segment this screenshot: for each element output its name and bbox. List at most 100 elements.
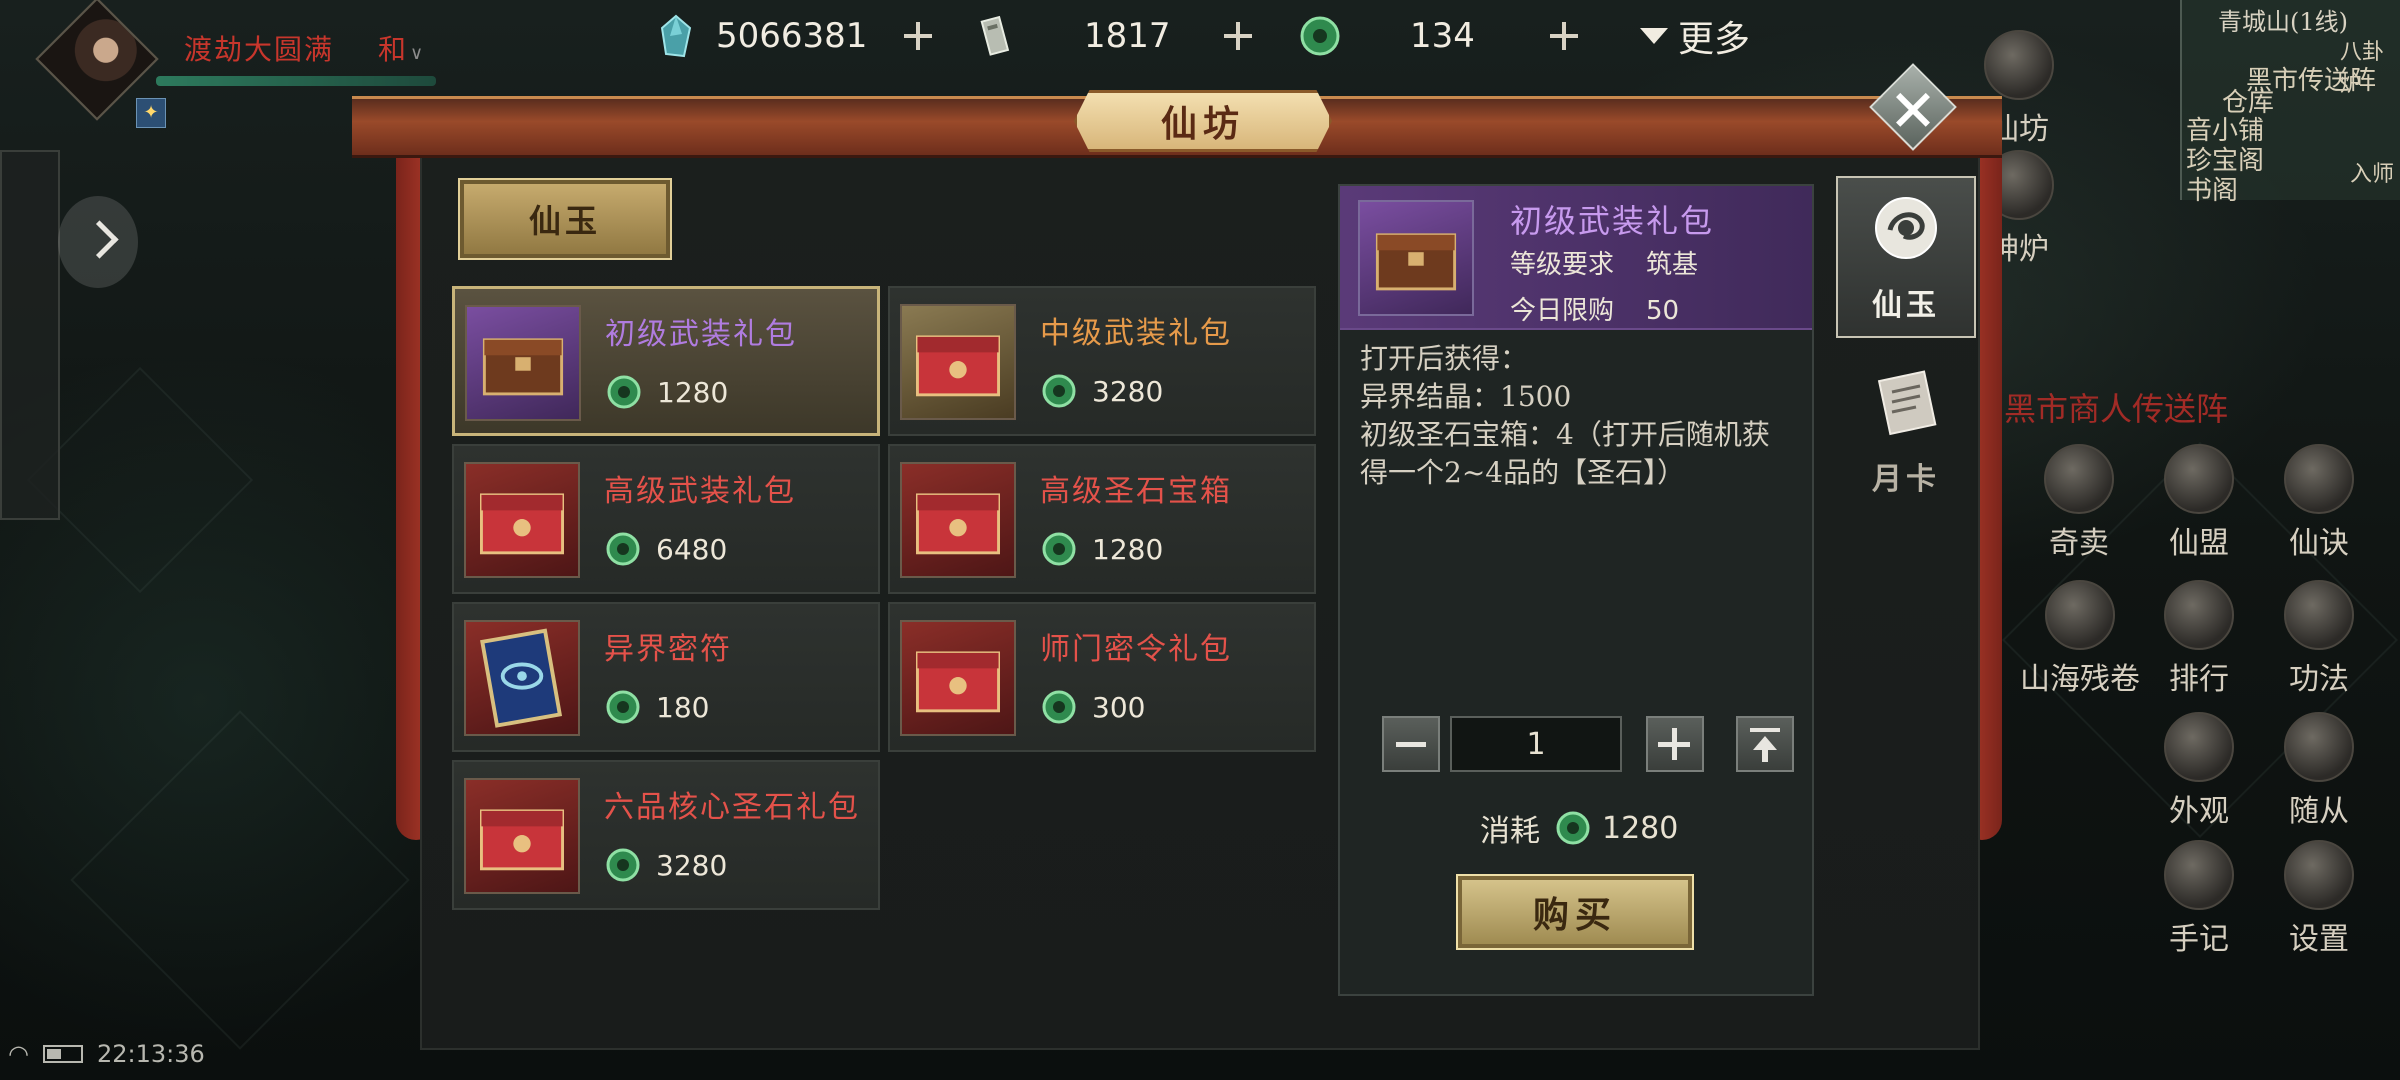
item-name: 异界密符 — [604, 632, 732, 667]
map-label: 入师 — [2350, 162, 2395, 187]
add-token-button[interactable] — [1220, 18, 1256, 54]
item-price-value: 3280 — [1092, 374, 1164, 408]
jade-icon — [607, 375, 641, 409]
red-gift-box-icon — [464, 462, 580, 578]
battery-icon — [42, 1045, 83, 1063]
menu-label: 山海残卷 — [2020, 662, 2140, 697]
menu-guild-button[interactable]: 仙盟 — [2144, 444, 2254, 562]
journal-icon — [2164, 840, 2234, 910]
add-jade-button[interactable] — [1546, 18, 1582, 54]
max-quantity-button[interactable] — [1736, 716, 1794, 772]
item-name: 初级武装礼包 — [605, 317, 797, 352]
item-price-value: 1280 — [1092, 532, 1164, 566]
item-name: 高级圣石宝箱 — [1040, 474, 1232, 509]
shop-item-card[interactable]: 初级武装礼包 1280 — [452, 286, 880, 436]
jade-icon — [1042, 532, 1076, 566]
item-name: 高级武装礼包 — [604, 474, 796, 509]
level-value: 筑基 — [1646, 250, 1699, 280]
add-crystal-button[interactable] — [900, 18, 936, 54]
shop-item-card[interactable]: 六品核心圣石礼包 3280 — [452, 760, 880, 910]
crystal-icon — [660, 14, 692, 58]
pk-mode-selector[interactable]: 和 ∨ — [378, 28, 423, 68]
currency-crystal: 5066381 — [654, 8, 867, 64]
menu-skill-button[interactable]: 仙诀 — [2264, 444, 2374, 562]
expand-panel-button[interactable] — [58, 196, 138, 288]
red-gift-box-icon — [900, 304, 1016, 420]
item-price-value: 300 — [1092, 690, 1146, 724]
menu-label: 外观 — [2169, 794, 2229, 829]
left-task-panel-tab[interactable] — [0, 150, 60, 520]
tab-label: 仙玉 — [1872, 288, 1940, 323]
shop-item-card[interactable]: 异界密符 180 — [452, 602, 880, 752]
buff-icon[interactable]: ✦ — [136, 98, 166, 128]
system-status: ◠ 22:13:36 — [8, 1040, 205, 1068]
jade-icon — [606, 532, 640, 566]
increase-quantity-button[interactable] — [1646, 716, 1704, 772]
tab-jade[interactable]: 仙玉 — [1836, 176, 1976, 338]
shop-item-card[interactable]: 高级圣石宝箱 1280 — [888, 444, 1316, 594]
outfit-icon — [2164, 712, 2234, 782]
menu-settings-button[interactable]: 设置 — [2264, 840, 2374, 958]
map-label: 书阁 — [2186, 176, 2239, 206]
menu-label: 随从 — [2289, 794, 2349, 829]
category-tab-jade[interactable]: 仙玉 — [458, 178, 672, 260]
sword-icon — [2284, 444, 2354, 514]
currency-token: 1817 — [976, 8, 1171, 64]
shop-item-card[interactable]: 高级武装礼包 6480 — [452, 444, 880, 594]
tab-monthly-card[interactable]: 月卡 — [1836, 348, 1976, 510]
red-gift-box-icon — [464, 778, 580, 894]
treasure-chest-icon — [1358, 200, 1474, 316]
menu-journal-button[interactable]: 手记 — [2144, 840, 2254, 958]
jade-dragon-icon — [1875, 197, 1937, 259]
jade-icon — [1042, 690, 1076, 724]
decrease-quantity-button[interactable] — [1382, 716, 1440, 772]
scroll-book-icon — [1877, 370, 1937, 436]
red-gift-box-icon — [900, 462, 1016, 578]
menu-follower-button[interactable]: 随从 — [2264, 712, 2374, 830]
limit-label: 今日限购 — [1510, 296, 1615, 326]
player-hp-bar — [156, 76, 436, 86]
item-price: 3280 — [1040, 372, 1163, 410]
player-realm-title: 渡劫大圆满 — [184, 33, 335, 66]
shop-item-card[interactable]: 师门密令礼包 300 — [888, 602, 1316, 752]
auction-icon — [2044, 444, 2114, 514]
jade-icon — [1042, 374, 1076, 408]
quantity-input[interactable] — [1450, 716, 1622, 772]
jade-icon — [1556, 811, 1590, 845]
menu-label: 排行 — [2169, 662, 2229, 697]
item-price: 1280 — [605, 373, 728, 411]
menu-auction-button[interactable]: 奇卖 — [2024, 444, 2134, 562]
scroll-icon — [2045, 580, 2115, 650]
item-price: 180 — [604, 688, 709, 726]
currency-jade: 134 — [1298, 8, 1475, 64]
menu-technique-button[interactable]: 功法 — [2264, 580, 2374, 698]
currency-token-amount: 1817 — [1084, 16, 1171, 56]
menu-label: 奇卖 — [2049, 526, 2109, 561]
currency-crystal-amount: 5066381 — [716, 16, 868, 56]
item-price-value: 6480 — [656, 532, 728, 566]
level-label: 等级要求 — [1510, 250, 1615, 280]
menu-ranking-button[interactable]: 排行 — [2144, 580, 2254, 698]
more-menu-button[interactable]: 更多 — [1640, 10, 1750, 62]
black-market-teleport-label[interactable]: 黑市商人传送阵 — [2004, 384, 2228, 430]
menu-label: 仙诀 — [2289, 526, 2349, 561]
menu-scroll-button[interactable]: 山海残卷 — [2000, 580, 2160, 698]
item-price: 1280 — [1040, 530, 1163, 568]
shop-item-card[interactable]: 中级武装礼包 3280 — [888, 286, 1316, 436]
detail-purchase-limit: 今日限购 50 — [1510, 290, 1679, 327]
menu-appearance-button[interactable]: 外观 — [2144, 712, 2254, 830]
wifi-icon: ◠ — [8, 1040, 29, 1068]
shop-title: 仙坊 — [1074, 90, 1332, 152]
tab-label: 月卡 — [1872, 462, 1940, 497]
buy-button[interactable]: 购买 — [1456, 874, 1694, 950]
item-price: 3280 — [604, 846, 727, 884]
item-price: 6480 — [604, 530, 727, 568]
chevron-down-icon — [1640, 28, 1668, 44]
yin-yang-icon — [2284, 580, 2354, 650]
rune-book-icon — [464, 620, 580, 736]
pagoda-icon — [1984, 30, 2054, 100]
item-price-value: 3280 — [656, 848, 728, 882]
detail-level-requirement: 等级要求 筑基 — [1510, 244, 1698, 281]
item-name: 六品核心圣石礼包 — [604, 790, 860, 825]
item-price-value: 1280 — [657, 375, 729, 409]
